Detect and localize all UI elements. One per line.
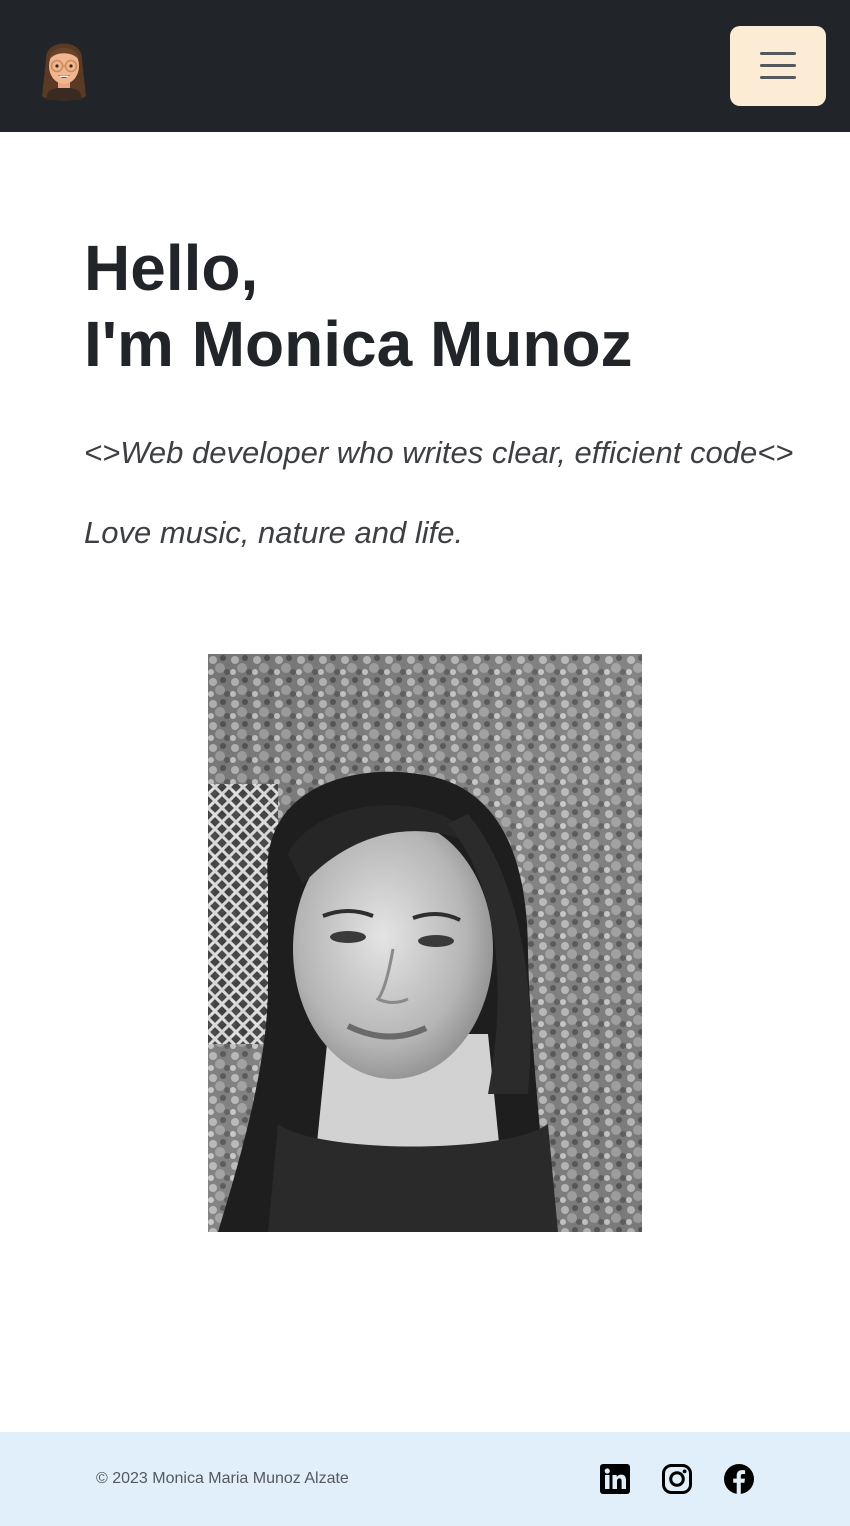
- hero-name: I'm Monica Munoz: [84, 308, 633, 380]
- hero-greeting: Hello,: [84, 232, 259, 304]
- linkedin-icon[interactable]: [599, 1463, 631, 1495]
- hamburger-bar: [760, 64, 796, 67]
- instagram-icon[interactable]: [661, 1463, 693, 1495]
- navbar: [0, 0, 850, 132]
- facebook-icon[interactable]: [723, 1463, 755, 1495]
- copyright-text: © 2023 Monica Maria Munoz Alzate: [96, 1470, 349, 1487]
- hero-heading: Hello, I'm Monica Munoz: [84, 230, 804, 382]
- memoji-avatar-icon[interactable]: [34, 30, 94, 104]
- menu-toggle-button[interactable]: [730, 26, 826, 106]
- hamburger-menu-icon: [760, 52, 796, 55]
- portrait-photo: [208, 654, 642, 1232]
- hero-subtagline: Love music, nature and life.: [84, 515, 464, 550]
- hamburger-bar: [760, 76, 796, 79]
- hero-tagline: <>Web developer who writes clear, effici…: [84, 435, 794, 470]
- footer: © 2023 Monica Maria Munoz Alzate: [0, 1432, 850, 1526]
